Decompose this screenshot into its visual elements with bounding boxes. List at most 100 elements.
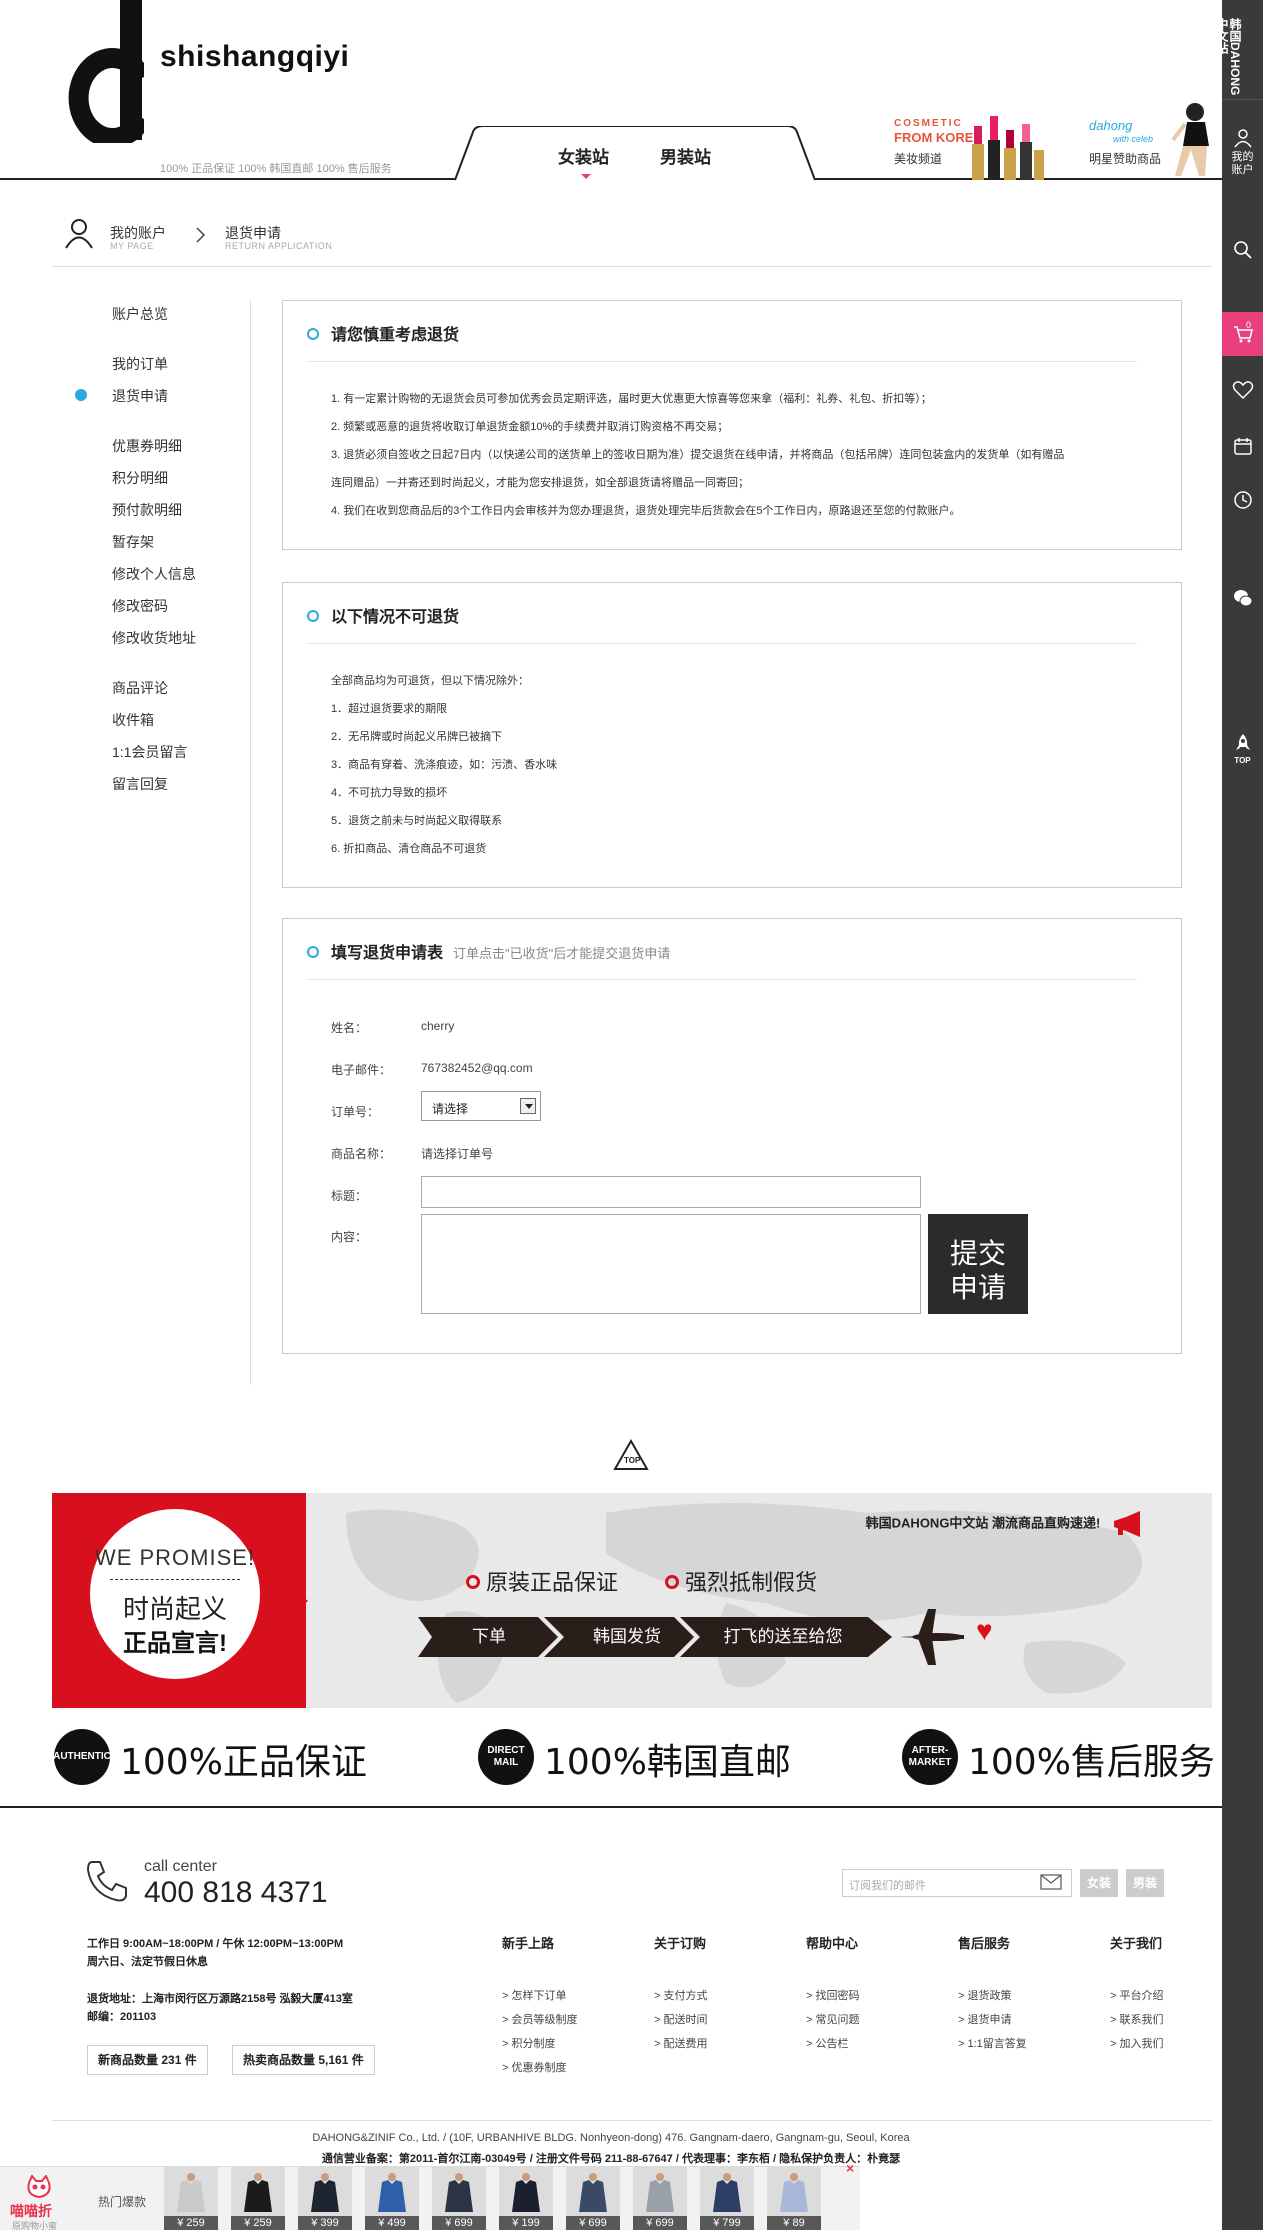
breadcrumb-my-page[interactable]: 我的账户 (110, 223, 166, 243)
footer-link[interactable]: > 配送时间 (654, 2011, 707, 2027)
breadcrumb-return[interactable]: 退货申请 (225, 223, 281, 243)
breadcrumb-my-page-en: MY PAGE (110, 241, 154, 251)
sidebar-item-prepaid[interactable]: 预付款明细 (112, 500, 182, 520)
no-return-line-4: 4．不可抗力导致的损坏 (331, 787, 448, 799)
hot-product-thumb[interactable]: ¥ 399 (298, 2166, 352, 2230)
footer-link[interactable]: > 退货政策 (958, 1987, 1011, 2003)
sidebar-item-overview[interactable]: 账户总览 (112, 304, 168, 324)
sidebar-item-returns[interactable]: 退货申请 (112, 386, 168, 406)
chevron-down-icon (520, 1098, 536, 1114)
beauty-channel-banner[interactable]: COSMETIC FROM KOREA 美妆频道 (890, 100, 1050, 180)
rbar-wechat[interactable] (1222, 576, 1263, 620)
mail-icon[interactable] (1040, 1874, 1062, 1890)
subscribe-men-button[interactable]: 男装 (1126, 1869, 1164, 1897)
tab-men[interactable]: 男装站 (660, 143, 711, 168)
rbar-history[interactable] (1222, 478, 1263, 522)
no-return-title: 以下情况不可退货 (307, 603, 459, 627)
miaomiao-logo[interactable]: 喵喵折 原购物小蜜 (10, 2175, 80, 2230)
footer-link[interactable]: > 支付方式 (654, 1987, 707, 2003)
hot-product-thumb[interactable]: ¥ 699 (633, 2166, 687, 2230)
close-icon[interactable]: × (846, 2160, 854, 2176)
sidebar-item-orders[interactable]: 我的订单 (112, 354, 168, 374)
hot-product-thumb[interactable]: ¥ 699 (432, 2166, 486, 2230)
heart-icon (1232, 381, 1253, 400)
footer-link[interactable]: > 配送费用 (654, 2035, 707, 2051)
sidebar-item-member-message[interactable]: 1:1会员留言 (112, 742, 187, 762)
guarantee-authentic-text: 100%正品保证 (120, 1742, 367, 1783)
submit-return-button[interactable]: 提交 申请 (928, 1214, 1028, 1314)
subject-input[interactable] (421, 1176, 921, 1208)
sidebar-item-saved[interactable]: 暂存架 (112, 532, 154, 552)
step-ship: 韩国发货 (593, 1627, 661, 1646)
sidebar-item-inbox[interactable]: 收件箱 (112, 710, 154, 730)
rbar-site-label[interactable]: 韩国DAHONG中文站 (1215, 0, 1263, 100)
promise-cn1: 时尚起义 (122, 1594, 227, 1624)
ring-bullet-icon (307, 327, 319, 340)
name-value: cherry (421, 1019, 455, 1033)
hot-items-label: 热门爆款 (98, 2195, 147, 2209)
rocket-icon (1235, 733, 1250, 750)
hot-product-thumb[interactable]: ¥ 499 (365, 2166, 419, 2230)
return-address: 退货地址：上海市闵行区万源路2158号 泓毅大厦413室 邮编：201103 (87, 1993, 353, 2023)
footer-link[interactable]: > 会员等级制度 (502, 2011, 577, 2027)
footer-link[interactable]: > 优惠券制度 (502, 2059, 566, 2075)
content-textarea[interactable] (421, 1214, 921, 1314)
footer-link[interactable]: > 加入我们 (1110, 2035, 1163, 2051)
rbar-calendar[interactable] (1222, 424, 1263, 468)
hot-product-thumb[interactable]: ¥ 699 (566, 2166, 620, 2230)
sidebar-item-reviews[interactable]: 商品评论 (112, 678, 168, 698)
no-return-box: 以下情况不可退货 全部商品均为可退货，但以下情况除外： 1．超过退货要求的期限 … (282, 582, 1182, 888)
shirt-icon (378, 2173, 406, 2212)
footer-link[interactable]: > 1:1留言答复 (958, 2035, 1027, 2051)
footer-link[interactable]: > 找回密码 (806, 1987, 859, 2003)
beauty-banner-caption: 美妆频道 (894, 152, 943, 166)
hot-product-thumb[interactable]: ¥ 799 (700, 2166, 754, 2230)
sidebar-item-address[interactable]: 修改收货地址 (112, 628, 196, 648)
back-to-top-button[interactable]: TOP (612, 1438, 650, 1472)
footer-link[interactable]: > 平台介绍 (1110, 1987, 1163, 2003)
shirt-icon (177, 2173, 205, 2212)
rbar-my-account[interactable]: 我的账户 (1222, 124, 1263, 184)
subscribe-email-input[interactable]: 订阅我们的邮件 (842, 1869, 1072, 1897)
email-value: 767382452@qq.com (421, 1061, 533, 1075)
sidebar-item-points[interactable]: 积分明细 (112, 468, 168, 488)
footer-link[interactable]: > 公告栏 (806, 2035, 848, 2051)
sidebar-item-profile[interactable]: 修改个人信息 (112, 564, 196, 584)
calendar-icon (1233, 438, 1252, 455)
hot-product-thumb[interactable]: ¥ 89 (767, 2166, 821, 2230)
order-select-value: 请选择 (432, 1102, 469, 1116)
rbar-cart[interactable]: 0 (1222, 312, 1263, 356)
logo-d-icon[interactable] (56, 0, 144, 143)
hot-product-thumb[interactable]: ¥ 259 (164, 2166, 218, 2230)
no-return-line-5: 5．退货之前未与时尚起义取得联系 (331, 815, 503, 827)
rbar-top-label: TOP (1234, 755, 1251, 765)
footer-link[interactable]: > 积分制度 (502, 2035, 555, 2051)
triangle-top-icon (613, 1438, 649, 1470)
footer-link[interactable]: > 联系我们 (1110, 2011, 1163, 2027)
order-select[interactable]: 请选择 (421, 1091, 541, 1121)
shirt-icon (512, 2173, 540, 2212)
footer-link[interactable]: > 退货申请 (958, 2011, 1011, 2027)
return-notice-box: 请您慎重考虑退货 1. 有一定累计购物的无退货会员可参加优秀会员定期评选，届时更… (282, 300, 1182, 550)
notice-line-2: 2. 频繁或恶意的退货将收取订单退货金额10%的手续费并取消订购资格不再交易； (331, 421, 729, 433)
brand-name[interactable]: shishangqiyi (160, 40, 349, 74)
product-price: ¥ 399 (298, 2216, 352, 2230)
rbar-search[interactable] (1222, 228, 1263, 272)
sidebar-item-coupons[interactable]: 优惠券明细 (112, 436, 182, 456)
site-tab-frame (455, 126, 815, 181)
subscribe-women-button[interactable]: 女装 (1080, 1869, 1118, 1897)
sidebar-item-replies[interactable]: 留言回复 (112, 774, 168, 794)
hot-product-thumb[interactable]: ¥ 259 (231, 2166, 285, 2230)
footer-link[interactable]: > 怎样下订单 (502, 1987, 566, 2003)
rbar-back-to-top[interactable]: TOP (1222, 720, 1263, 776)
footer-link[interactable]: > 常见问题 (806, 2011, 859, 2027)
hot-product-thumb[interactable]: ¥ 199 (499, 2166, 553, 2230)
tab-women[interactable]: 女装站 (558, 143, 609, 168)
celeb-products-banner[interactable]: dahong with celeb 明星赞助商品 (1085, 100, 1220, 180)
feature-authentic: 原装正品保证 (466, 1565, 618, 1597)
celeb-model-icon (1171, 103, 1209, 176)
rbar-favorites[interactable] (1222, 368, 1263, 412)
sidebar-item-password[interactable]: 修改密码 (112, 596, 168, 616)
direct-mail-badge-icon: DIRECT MAIL (478, 1729, 534, 1785)
promise-slogan: 韩国DAHONG中文站 潮流商品直购速递! (866, 1509, 1150, 1539)
